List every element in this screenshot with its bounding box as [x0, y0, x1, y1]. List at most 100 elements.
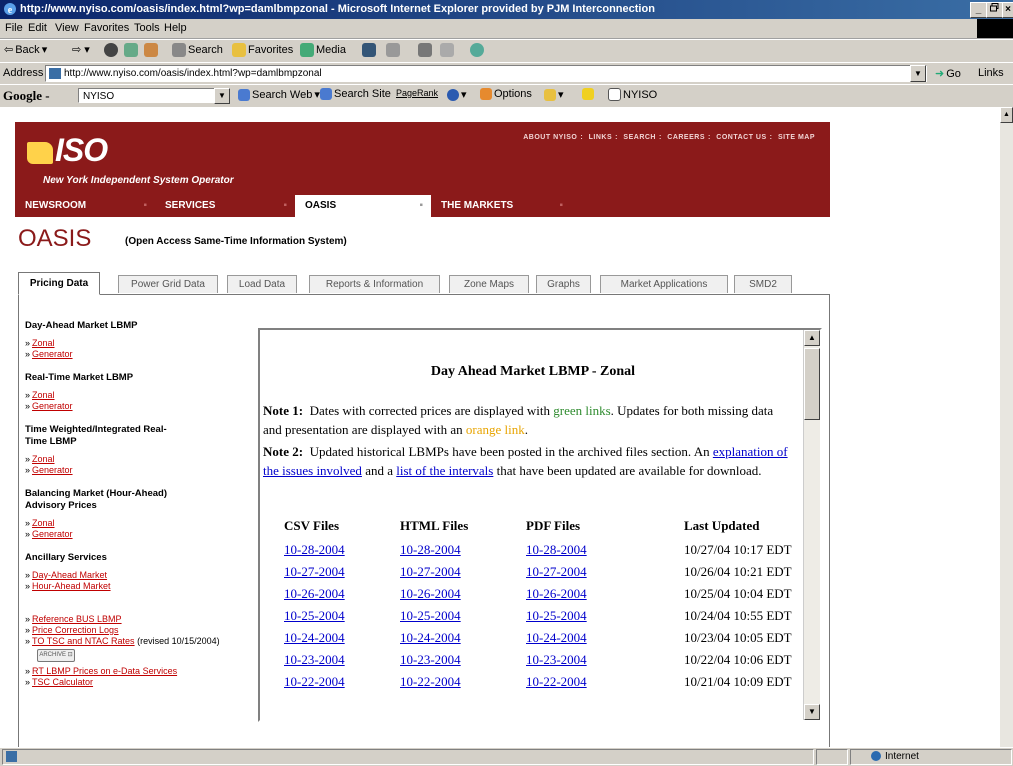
stop-button[interactable] [104, 43, 118, 57]
tab-market-applications[interactable]: Market Applications [600, 275, 728, 293]
intervals-link[interactable]: list of the intervals [396, 463, 493, 478]
search-site-button[interactable]: Search Site [320, 88, 391, 100]
archive-button[interactable]: ARCHIVE ⊡ [37, 649, 75, 662]
html-file-link[interactable]: 10-25-2004 [400, 608, 461, 624]
link-twi-zonal[interactable]: Zonal [32, 454, 55, 464]
messenger-button[interactable] [470, 43, 484, 57]
link-bal-zonal[interactable]: Zonal [32, 518, 55, 528]
tab-graphs[interactable]: Graphs [536, 275, 591, 293]
links-button[interactable]: Links [978, 67, 1004, 79]
media-button[interactable]: Media [300, 43, 346, 57]
menu-help[interactable]: Help [164, 22, 187, 34]
html-file-link[interactable]: 10-28-2004 [400, 542, 461, 558]
csv-file-link[interactable]: 10-24-2004 [284, 630, 345, 646]
tab-power-grid-data[interactable]: Power Grid Data [118, 275, 218, 293]
window-scroll-up[interactable]: ▲ [1000, 107, 1013, 123]
csv-file-link[interactable]: 10-27-2004 [284, 564, 345, 580]
go-button[interactable]: ➜ Go [935, 67, 961, 81]
nav-newsroom[interactable]: NEWSROOM ▪ [15, 195, 155, 217]
tab-zone-maps[interactable]: Zone Maps [449, 275, 529, 293]
maximize-button[interactable] [986, 2, 1003, 18]
bookmarks-button[interactable]: ▾ [544, 88, 564, 101]
link-rt-zonal[interactable]: Zonal [32, 390, 55, 400]
back-button[interactable]: ⇦ Back ▾ [4, 43, 47, 57]
history-button[interactable] [362, 43, 376, 57]
link-search[interactable]: SEARCH [623, 134, 656, 141]
minimize-button[interactable]: _ [970, 2, 987, 18]
window-scrollbar[interactable]: ▲ [1000, 107, 1013, 747]
link-sitemap[interactable]: SITE MAP [778, 134, 815, 141]
pdf-file-link[interactable]: 10-24-2004 [526, 630, 587, 646]
favorites-button[interactable]: Favorites [232, 43, 293, 57]
google-logo[interactable]: Google - [3, 88, 50, 104]
menu-favorites[interactable]: Favorites [84, 22, 129, 34]
nyiso-logo[interactable]: ISO [27, 132, 108, 169]
close-button[interactable]: × [1002, 2, 1013, 18]
tab-reports-information[interactable]: Reports & Information [309, 275, 440, 293]
csv-file-link[interactable]: 10-28-2004 [284, 542, 345, 558]
info-button[interactable]: ▾ [447, 88, 467, 101]
pagerank-indicator[interactable]: PageRank [396, 88, 438, 98]
highlight-button[interactable] [582, 88, 594, 100]
address-input[interactable]: http://www.nyiso.com/oasis/index.html?wp… [45, 65, 927, 82]
nav-oasis[interactable]: OASIS ▪ [295, 195, 431, 217]
google-search-input[interactable]: NYISO [78, 88, 218, 103]
menu-view[interactable]: View [55, 22, 79, 34]
tab-pricing-data[interactable]: Pricing Data [18, 272, 100, 295]
link-tsc-ntac[interactable]: TO TSC and NTAC Rates [32, 636, 135, 646]
csv-file-link[interactable]: 10-26-2004 [284, 586, 345, 602]
html-file-link[interactable]: 10-27-2004 [400, 564, 461, 580]
pdf-file-link[interactable]: 10-25-2004 [526, 608, 587, 624]
menu-edit[interactable]: Edit [28, 22, 47, 34]
csv-file-link[interactable]: 10-23-2004 [284, 652, 345, 668]
html-file-link[interactable]: 10-23-2004 [400, 652, 461, 668]
link-bal-generator[interactable]: Generator [32, 529, 73, 539]
link-tsc-calculator[interactable]: TSC Calculator [32, 677, 93, 687]
link-anc-day-ahead[interactable]: Day-Ahead Market [32, 570, 107, 580]
html-file-link[interactable]: 10-24-2004 [400, 630, 461, 646]
link-careers[interactable]: CAREERS [667, 134, 705, 141]
home-button[interactable] [144, 43, 158, 57]
link-twi-generator[interactable]: Generator [32, 465, 73, 475]
frame-scrollbar[interactable]: ▲ ▼ [803, 330, 820, 720]
forward-button[interactable]: ⇨ ▾ [72, 43, 90, 56]
html-file-link[interactable]: 10-22-2004 [400, 674, 461, 690]
link-dam-generator[interactable]: Generator [32, 349, 73, 359]
refresh-button[interactable] [124, 43, 138, 57]
pdf-file-link[interactable]: 10-28-2004 [526, 542, 587, 558]
scroll-down-button[interactable]: ▼ [804, 704, 820, 720]
pdf-file-link[interactable]: 10-27-2004 [526, 564, 587, 580]
link-links[interactable]: LINKS [589, 134, 613, 141]
html-file-link[interactable]: 10-26-2004 [400, 586, 461, 602]
link-reference-bus[interactable]: Reference BUS LBMP [32, 614, 122, 624]
tab-load-data[interactable]: Load Data [227, 275, 297, 293]
pdf-file-link[interactable]: 10-26-2004 [526, 586, 587, 602]
edit-button[interactable] [440, 43, 454, 57]
link-rt-edata[interactable]: RT LBMP Prices on e-Data Services [32, 666, 177, 676]
menu-tools[interactable]: Tools [134, 22, 160, 34]
nyiso-button[interactable]: NYISO [608, 88, 657, 101]
address-dropdown-button[interactable]: ▼ [910, 65, 926, 82]
nav-the-markets[interactable]: THE MARKETS ▪ [431, 195, 571, 217]
search-web-button[interactable]: Search Web ▾ [238, 88, 320, 101]
print-button[interactable] [418, 43, 432, 57]
csv-file-link[interactable]: 10-22-2004 [284, 674, 345, 690]
tab-smd2[interactable]: SMD2 [734, 275, 792, 293]
link-dam-zonal[interactable]: Zonal [32, 338, 55, 348]
link-rt-generator[interactable]: Generator [32, 401, 73, 411]
link-contact[interactable]: CONTACT US [716, 134, 766, 141]
link-price-correction[interactable]: Price Correction Logs [32, 625, 119, 635]
scroll-up-button[interactable]: ▲ [804, 330, 820, 346]
link-about[interactable]: ABOUT NYISO [523, 134, 577, 141]
options-button[interactable]: Options [480, 88, 532, 100]
pdf-file-link[interactable]: 10-23-2004 [526, 652, 587, 668]
link-anc-hour-ahead[interactable]: Hour-Ahead Market [32, 581, 111, 591]
csv-file-link[interactable]: 10-25-2004 [284, 608, 345, 624]
mail-button[interactable] [386, 43, 400, 57]
pdf-file-link[interactable]: 10-22-2004 [526, 674, 587, 690]
scroll-thumb[interactable] [804, 348, 820, 420]
nav-services[interactable]: SERVICES ▪ [155, 195, 295, 217]
menu-file[interactable]: File [5, 22, 23, 34]
search-button[interactable]: Search [172, 43, 223, 57]
google-search-dropdown[interactable]: ▼ [214, 88, 230, 104]
